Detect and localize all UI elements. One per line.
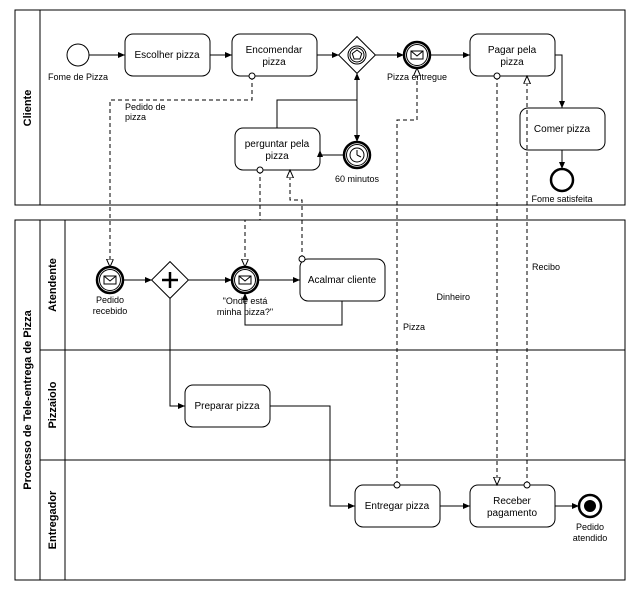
task-label: pagamento	[487, 508, 537, 519]
task-label: Escolher pizza	[134, 50, 199, 61]
task-label: Pagar pela	[488, 45, 537, 56]
task-label: pizza	[265, 151, 289, 162]
task-label: Preparar pizza	[194, 401, 259, 412]
msgflow-label: Pedido de	[125, 102, 166, 112]
msgflow-label: Dinheiro	[436, 292, 470, 302]
lane-pizzaiolo	[65, 350, 625, 460]
pool-label-processo: Processo de Tele-entrega de Pizza	[22, 309, 34, 489]
event-label: recebido	[93, 306, 128, 316]
end-label: Pedido	[576, 522, 604, 532]
task-label: Comer pizza	[534, 124, 591, 135]
task-label: Acalmar cliente	[308, 275, 377, 286]
msg-event-onde-esta	[232, 267, 258, 293]
msgflow-label: Recibo	[532, 262, 560, 272]
msg-event-pizza-entregue	[404, 42, 430, 68]
msg-start-pedido-recebido	[97, 267, 123, 293]
end-label: Fome satisfeita	[531, 194, 592, 204]
msgflow-label: Pizza	[403, 322, 425, 332]
lane-label-atendente: Atendente	[47, 258, 59, 312]
start-event-fome	[67, 44, 89, 66]
task-label: perguntar pela	[245, 139, 310, 150]
lane-label-entregador: Entregador	[47, 490, 59, 549]
timer-event-60min	[344, 142, 370, 168]
end-event-pedido-atendido	[579, 495, 601, 517]
event-label: 60 minutos	[335, 174, 380, 184]
lane-label-pizzaiolo: Pizzaiolo	[47, 381, 59, 428]
task-label: Entregar pizza	[365, 501, 430, 512]
start-label: Fome de Pizza	[48, 72, 108, 82]
task-label: pizza	[262, 57, 286, 68]
task-label: Encomendar	[246, 45, 303, 56]
end-label: atendido	[573, 533, 608, 543]
event-label: Pedido	[96, 295, 124, 305]
end-event-fome-satisfeita	[551, 169, 573, 191]
msgflow-label: pizza	[125, 112, 146, 122]
bpmn-diagram: Cliente Processo de Tele-entrega de Pizz…	[0, 0, 636, 594]
task-label: pizza	[500, 57, 524, 68]
task-label: Receber	[493, 496, 531, 507]
pool-label-cliente: Cliente	[22, 90, 34, 127]
